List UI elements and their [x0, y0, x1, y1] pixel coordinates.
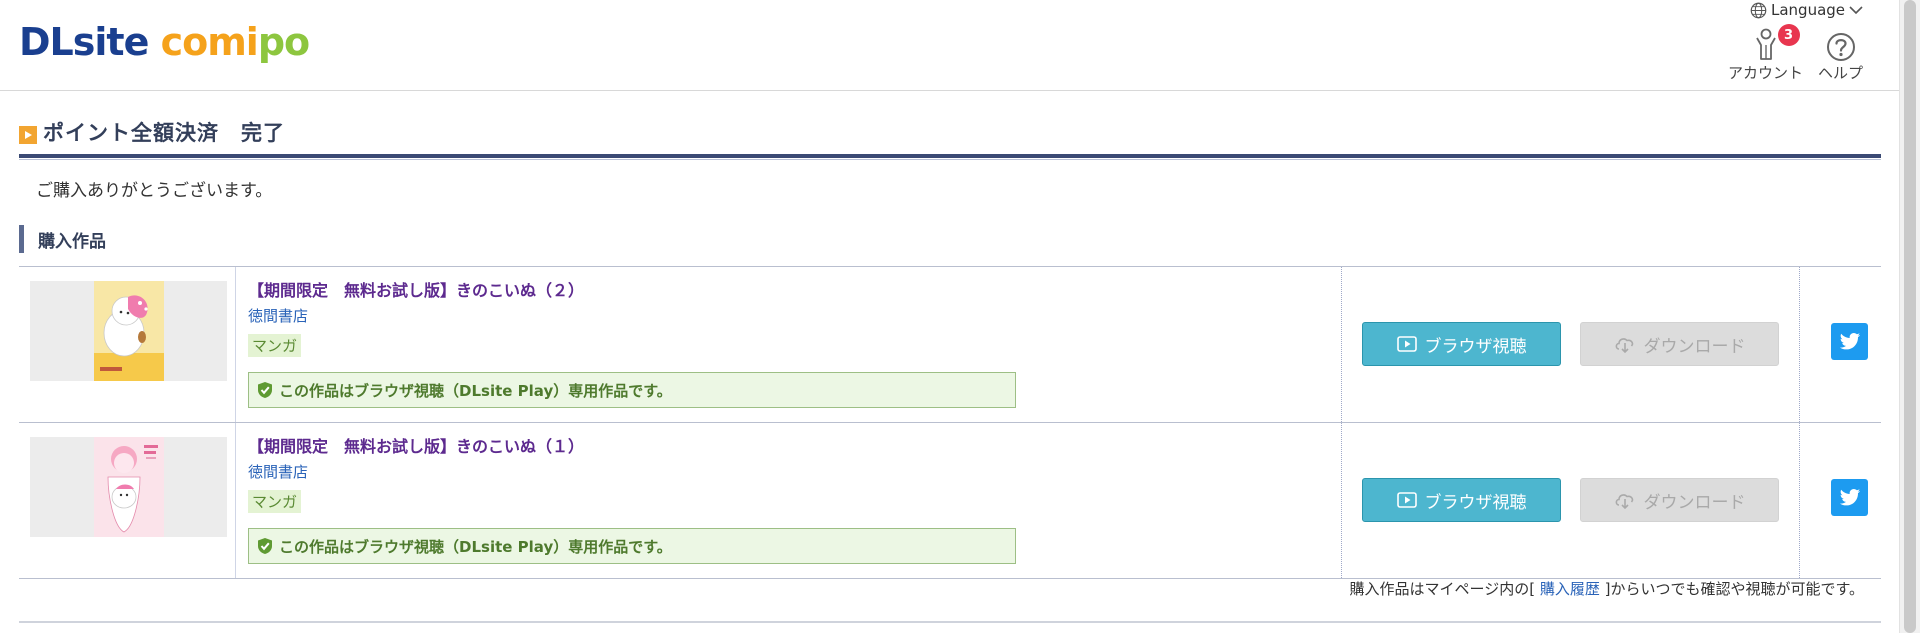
cover-image-kinokoinu-2 [93, 281, 164, 381]
download-label: ダウンロード [1643, 492, 1746, 513]
twitter-share-button[interactable] [1831, 323, 1868, 360]
purchase-history-note: 購入作品はマイページ内の[ 購入履歴 ]からいつでも確認や視聴が可能です。 [19, 578, 1864, 599]
twitter-bird-icon [1839, 332, 1860, 349]
play-marker-icon [19, 126, 37, 144]
notification-badge: 3 [1777, 24, 1800, 46]
thumbnail-cell [19, 423, 236, 578]
genre-tag: マンガ [248, 490, 302, 513]
help-button[interactable]: ヘルプ [1818, 28, 1863, 83]
twitter-share-button[interactable] [1831, 479, 1868, 516]
browser-view-button[interactable]: ブラウザ視聴 [1362, 478, 1561, 522]
browser-view-label: ブラウザ視聴 [1424, 492, 1527, 513]
logo-text-po: po [257, 20, 310, 64]
language-selector[interactable]: Language [1750, 0, 1863, 20]
play-icon [1396, 492, 1417, 508]
section-heading-purchased-works: 購入作品 [19, 225, 106, 253]
logo-text-comi: comi [160, 20, 259, 64]
logo-text-dlsite: DLsite [19, 20, 149, 64]
browser-only-notice: この作品はブラウザ視聴（DLsite Play）専用作品です。 [248, 372, 1016, 408]
thank-you-message: ご購入ありがとうございます。 [36, 181, 273, 201]
cloud-download-icon [1615, 338, 1633, 353]
genre-tag: マンガ [248, 334, 302, 357]
download-label: ダウンロード [1643, 336, 1746, 357]
twitter-bird-icon [1839, 488, 1860, 505]
work-row: 【期間限定 無料お試し版】きのこいぬ（２） 徳間書店 マンガ この作品はブラウザ… [19, 267, 1881, 423]
work-thumbnail[interactable] [30, 437, 227, 537]
note-text-before: 購入作品はマイページ内の[ [1349, 580, 1540, 598]
download-button[interactable]: ダウンロード [1580, 322, 1779, 366]
share-cell [1800, 267, 1881, 422]
shield-check-icon [258, 382, 272, 398]
notice-text: この作品はブラウザ視聴（DLsite Play）専用作品です。 [279, 381, 672, 400]
work-title-link[interactable]: 【期間限定 無料お試し版】きのこいぬ（２） [248, 277, 584, 301]
page-title-text: ポイント全額決済 完了 [43, 121, 285, 145]
site-header: DLsite comipo Language 3 アカウント ヘルプ [0, 0, 1899, 91]
globe-icon [1750, 2, 1767, 18]
work-info-cell: 【期間限定 無料お試し版】きのこいぬ（２） 徳間書店 マンガ この作品はブラウザ… [236, 267, 1342, 422]
page-scrollbar[interactable] [1899, 0, 1920, 633]
thumbnail-cell [19, 267, 236, 422]
chevron-down-icon [1849, 6, 1863, 15]
browser-view-button[interactable]: ブラウザ視聴 [1362, 322, 1561, 366]
work-row: 【期間限定 無料お試し版】きのこいぬ（１） 徳間書店 マンガ この作品はブラウザ… [19, 423, 1881, 579]
dlsite-comipo-logo[interactable]: DLsite comipo [19, 20, 310, 64]
publisher-link[interactable]: 徳間書店 [248, 305, 308, 326]
help-label: ヘルプ [1818, 64, 1864, 82]
purchase-history-link[interactable]: 購入履歴 [1540, 580, 1600, 598]
download-button[interactable]: ダウンロード [1580, 478, 1779, 522]
shield-check-icon [258, 538, 272, 554]
cover-image-kinokoinu-1 [93, 437, 164, 537]
page-title: ポイント全額決済 完了 [19, 117, 285, 147]
account-icon [1755, 28, 1776, 60]
work-thumbnail[interactable] [30, 281, 227, 381]
purchased-works-table: 【期間限定 無料お試し版】きのこいぬ（２） 徳間書店 マンガ この作品はブラウザ… [19, 266, 1881, 579]
section-heading-text: 購入作品 [38, 231, 106, 252]
work-info-cell: 【期間限定 無料お試し版】きのこいぬ（１） 徳間書店 マンガ この作品はブラウザ… [236, 423, 1342, 578]
action-cell: ブラウザ視聴 ダウンロード [1342, 267, 1800, 422]
browser-view-label: ブラウザ視聴 [1424, 336, 1527, 357]
account-label: アカウント [1728, 64, 1804, 82]
browser-only-notice: この作品はブラウザ視聴（DLsite Play）専用作品です。 [248, 528, 1016, 564]
help-icon [1826, 33, 1855, 61]
cloud-download-icon [1615, 494, 1633, 509]
bottom-divider [19, 621, 1881, 623]
publisher-link[interactable]: 徳間書店 [248, 461, 308, 482]
share-cell [1800, 423, 1881, 578]
title-underline-thin [19, 159, 1881, 160]
account-button[interactable]: 3 アカウント [1728, 24, 1804, 83]
scrollbar-thumb[interactable] [1904, 0, 1916, 633]
action-cell: ブラウザ視聴 ダウンロード [1342, 423, 1800, 578]
play-icon [1396, 336, 1417, 352]
work-title-link[interactable]: 【期間限定 無料お試し版】きのこいぬ（１） [248, 433, 584, 457]
language-label: Language [1771, 1, 1846, 19]
title-underline [19, 154, 1881, 158]
notice-text: この作品はブラウザ視聴（DLsite Play）専用作品です。 [279, 537, 672, 556]
note-text-after: ]からいつでも確認や視聴が可能です。 [1599, 580, 1864, 598]
